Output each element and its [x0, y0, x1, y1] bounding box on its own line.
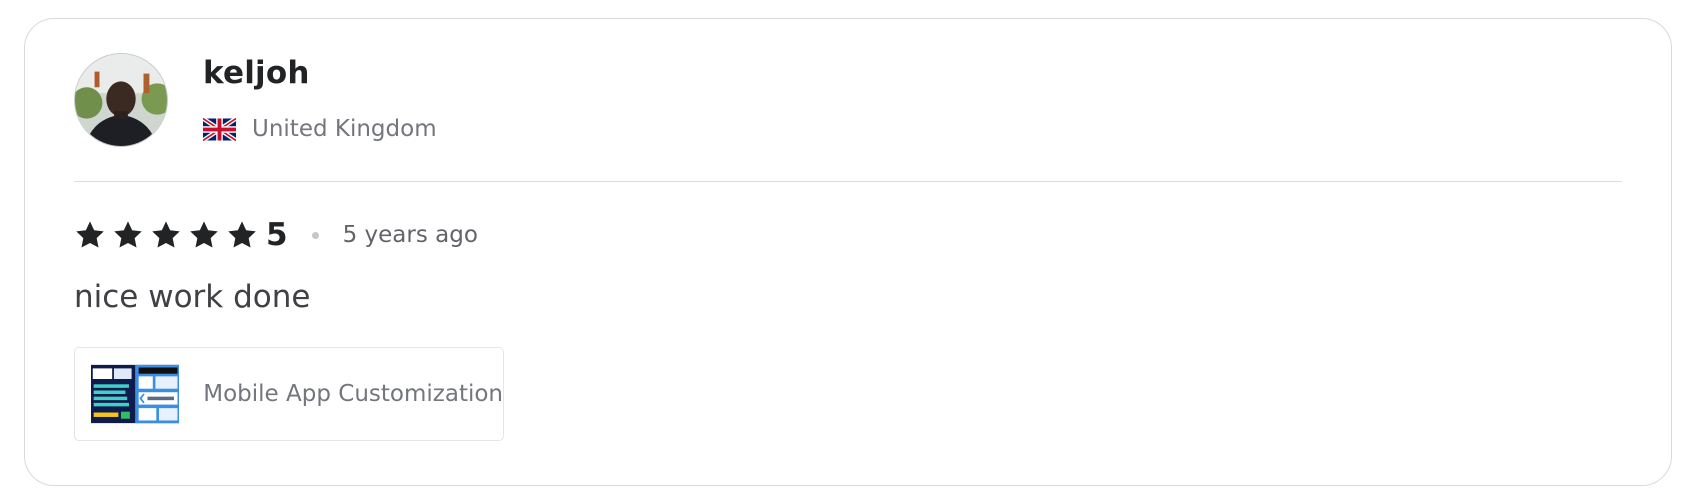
rating-value: 5: [266, 217, 288, 253]
star-icon: [228, 221, 256, 248]
reviewer-country: United Kingdom: [203, 113, 437, 145]
review-text: nice work done: [74, 279, 311, 315]
review-time: 5 years ago: [342, 222, 478, 248]
uk-flag-icon: [203, 117, 236, 141]
rating-row: 5 5 years ago: [74, 215, 478, 255]
star-icon: [190, 221, 218, 248]
star-icon: [114, 221, 142, 248]
country-name: United Kingdom: [252, 116, 437, 142]
star-icon: [152, 221, 180, 248]
review-card: keljoh United Kingdom 5 5 years ago nice…: [24, 18, 1672, 486]
avatar-image: [75, 54, 167, 146]
gig-thumbnail: [91, 364, 180, 424]
avatar[interactable]: [74, 53, 168, 147]
reviewer-username[interactable]: keljoh: [203, 55, 310, 91]
gig-title[interactable]: Mobile App Customization: [203, 381, 503, 407]
gig-link[interactable]: Mobile App Customization: [74, 347, 504, 441]
divider: [74, 181, 1622, 182]
star-icon: [76, 221, 104, 248]
separator-dot: [311, 231, 319, 239]
